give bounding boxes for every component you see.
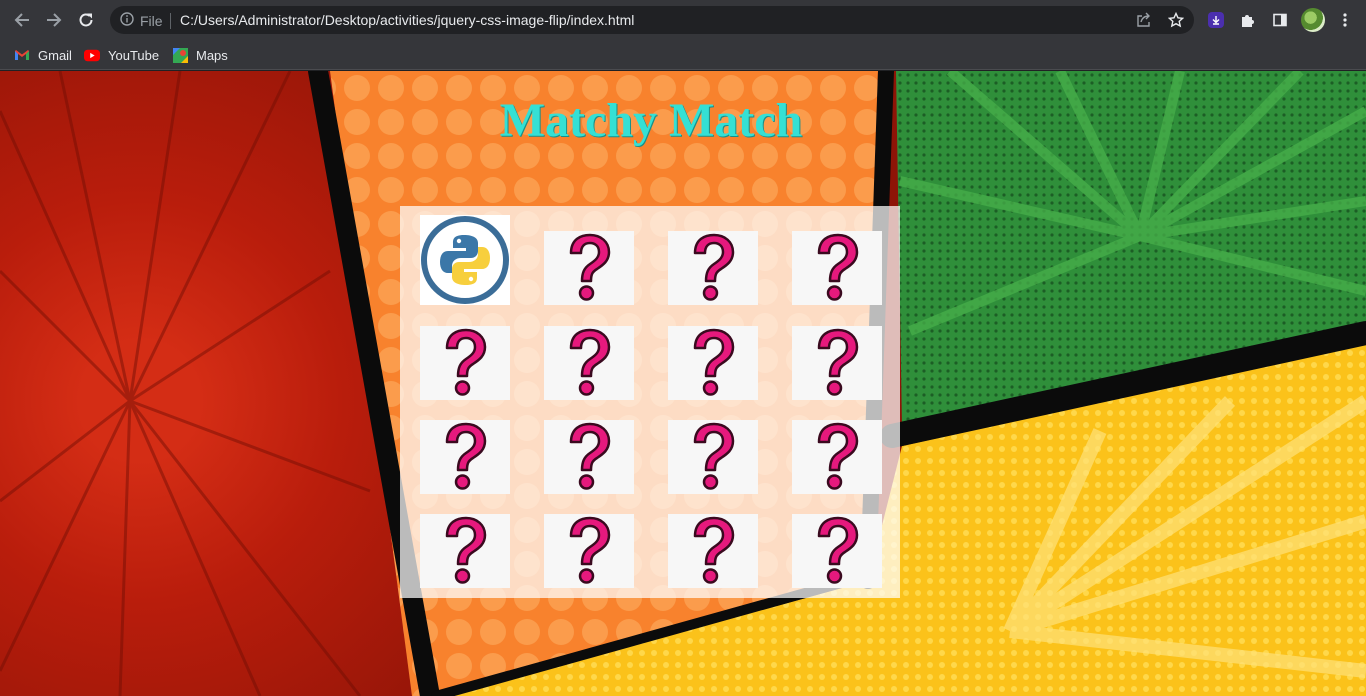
page-viewport: Matchy Match <box>0 71 1366 696</box>
card-hidden[interactable] <box>544 420 634 494</box>
bookmark-label: YouTube <box>108 47 160 63</box>
omnibox-divider <box>170 13 171 29</box>
question-mark-icon <box>817 233 859 301</box>
question-mark-icon <box>445 516 487 584</box>
reload-icon[interactable] <box>74 8 98 32</box>
question-mark-icon <box>693 328 735 396</box>
page-title: Matchy Match <box>499 94 803 147</box>
youtube-icon <box>84 47 100 63</box>
question-mark-icon <box>445 328 487 396</box>
share-icon[interactable] <box>1134 10 1154 30</box>
site-info-label: File <box>140 12 163 29</box>
bookmark-label: Maps <box>196 47 228 63</box>
question-mark-icon <box>445 422 487 490</box>
star-icon[interactable] <box>1166 10 1186 30</box>
question-mark-icon <box>693 422 735 490</box>
bookmarks-bar: Gmail YouTube Maps <box>0 40 1366 70</box>
card-hidden[interactable] <box>668 514 758 588</box>
card-hidden[interactable] <box>420 514 510 588</box>
bookmark-maps[interactable]: Maps <box>172 44 228 66</box>
kebab-menu-icon[interactable] <box>1334 9 1356 31</box>
red-rays <box>0 71 371 696</box>
card-revealed-python[interactable] <box>420 215 510 305</box>
card-hidden[interactable] <box>792 514 882 588</box>
question-mark-icon <box>569 422 611 490</box>
download-extension-icon[interactable] <box>1208 12 1224 28</box>
card-hidden[interactable] <box>420 420 510 494</box>
card-hidden[interactable] <box>792 231 882 305</box>
card-hidden[interactable] <box>668 231 758 305</box>
url-text[interactable]: C:/Users/Administrator/Desktop/activitie… <box>180 12 634 28</box>
question-mark-icon <box>569 328 611 396</box>
bookmark-youtube[interactable]: YouTube <box>84 44 159 66</box>
python-logo-icon <box>421 216 509 304</box>
browser-toolbar: File C:/Users/Administrator/Desktop/acti… <box>0 0 1366 40</box>
card-hidden[interactable] <box>668 326 758 400</box>
back-arrow-icon[interactable] <box>10 8 34 32</box>
gmail-icon <box>14 47 30 63</box>
card-hidden[interactable] <box>544 326 634 400</box>
puzzle-icon[interactable] <box>1237 9 1259 31</box>
card-hidden[interactable] <box>792 420 882 494</box>
site-info-button[interactable]: File <box>120 12 163 29</box>
forward-arrow-icon[interactable] <box>42 8 66 32</box>
address-bar[interactable]: File C:/Users/Administrator/Desktop/acti… <box>110 6 1194 34</box>
bookmark-gmail[interactable]: Gmail <box>14 44 72 66</box>
question-mark-icon <box>817 422 859 490</box>
card-hidden[interactable] <box>420 326 510 400</box>
question-mark-icon <box>817 516 859 584</box>
card-hidden[interactable] <box>792 326 882 400</box>
side-panel-icon[interactable] <box>1269 9 1291 31</box>
card-hidden[interactable] <box>544 231 634 305</box>
maps-icon <box>172 47 188 63</box>
question-mark-icon <box>693 516 735 584</box>
question-mark-icon <box>817 328 859 396</box>
question-mark-icon <box>569 516 611 584</box>
question-mark-icon <box>569 233 611 301</box>
card-hidden[interactable] <box>544 514 634 588</box>
bookmark-label: Gmail <box>38 47 72 63</box>
profile-avatar[interactable] <box>1301 8 1325 32</box>
question-mark-icon <box>693 233 735 301</box>
card-hidden[interactable] <box>668 420 758 494</box>
info-icon <box>120 12 134 29</box>
card-board <box>400 206 900 598</box>
